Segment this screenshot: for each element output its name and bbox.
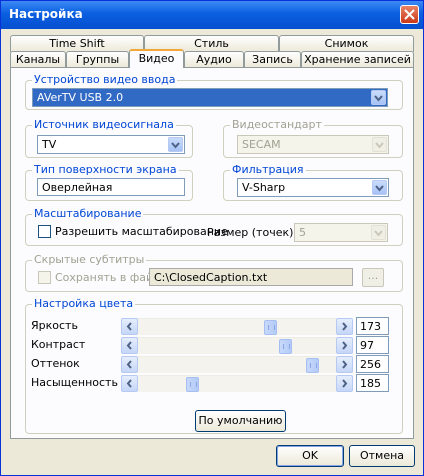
window-title: Настройка — [9, 7, 83, 21]
video-device-select[interactable]: AVerTV USB 2.0 — [32, 88, 388, 107]
surface-type-field: Оверлейная — [37, 178, 185, 196]
contrast-slider[interactable] — [121, 337, 353, 354]
close-button[interactable] — [400, 5, 419, 24]
video-source-select[interactable]: TV — [37, 135, 185, 154]
slider-track[interactable] — [138, 375, 336, 392]
captions-label: Скрытые субтитры — [32, 253, 147, 266]
surface-type-label: Тип поверхности экрана — [32, 163, 179, 176]
scroll-right-button[interactable] — [336, 318, 353, 335]
ok-button[interactable]: OK — [276, 445, 344, 467]
slider-thumb[interactable] — [186, 377, 199, 392]
saturation-label: Насыщенность — [31, 376, 118, 389]
enable-scaling-label: Разрешить масштабирование — [55, 225, 228, 238]
video-standard-value: SECAM — [242, 138, 281, 151]
tab-video[interactable]: Видео — [129, 49, 184, 68]
scroll-left-button[interactable] — [121, 375, 138, 392]
tab-storage[interactable]: Хранение записей — [301, 51, 414, 68]
slider-thumb[interactable] — [279, 339, 292, 354]
filtering-label: Фильтрация — [230, 163, 306, 176]
video-source-label: Источник видеосигнала — [32, 118, 176, 131]
save-captions-label: Сохранять в файл — [55, 271, 161, 284]
tab-time-shift[interactable]: Time Shift — [10, 35, 144, 52]
video-device-label: Устройство видео ввода — [32, 73, 178, 86]
captions-file-field[interactable]: C:\ClosedCaption.txt — [149, 268, 353, 286]
enable-scaling-checkbox[interactable] — [38, 225, 51, 238]
dropdown-arrow-icon — [372, 180, 387, 195]
brightness-value-field[interactable]: 173 — [356, 317, 389, 335]
title-bar: Настройка — [1, 1, 423, 29]
video-standard-label: Видеостандарт — [230, 118, 324, 131]
cancel-button[interactable]: Отмена — [349, 445, 415, 467]
tab-groups[interactable]: Группы — [66, 51, 129, 68]
saturation-slider[interactable] — [121, 375, 353, 392]
filtering-value: V-Sharp — [242, 181, 286, 194]
slider-thumb[interactable] — [306, 358, 319, 373]
slider-track[interactable] — [138, 318, 336, 335]
video-tab-panel: Устройство видео ввода AVerTV USB 2.0 Ис… — [10, 67, 414, 439]
filtering-select[interactable]: V-Sharp — [237, 178, 389, 197]
tab-recording[interactable]: Запись — [244, 51, 301, 68]
browse-button[interactable]: ... — [362, 268, 384, 287]
scroll-right-button[interactable] — [336, 375, 353, 392]
scroll-left-button[interactable] — [121, 337, 138, 354]
save-captions-checkbox[interactable] — [38, 271, 51, 284]
slider-thumb[interactable] — [264, 320, 277, 335]
color-label: Настройка цвета — [32, 297, 136, 310]
brightness-value: 173 — [360, 320, 381, 333]
scroll-left-button[interactable] — [121, 318, 138, 335]
hue-value-field[interactable]: 256 — [356, 355, 389, 373]
hue-label: Оттенок — [31, 357, 80, 370]
scaling-size-label: Размер (точек) — [207, 226, 294, 239]
slider-track[interactable] — [138, 356, 336, 373]
video-device-value: AVerTV USB 2.0 — [37, 91, 124, 104]
brightness-slider[interactable] — [121, 318, 353, 335]
hue-value: 256 — [360, 358, 381, 371]
scaling-size-value: 5 — [299, 226, 306, 239]
scaling-size-select[interactable]: 5 — [294, 223, 388, 242]
captions-file-value: C:\ClosedCaption.txt — [154, 271, 268, 284]
tab-snapshot[interactable]: Снимок — [279, 35, 414, 52]
scroll-right-button[interactable] — [336, 356, 353, 373]
dropdown-arrow-icon — [168, 137, 183, 152]
dropdown-arrow-icon — [371, 225, 386, 240]
contrast-value-field[interactable]: 97 — [356, 336, 389, 354]
surface-type-value: Оверлейная — [42, 181, 113, 194]
brightness-label: Яркость — [31, 319, 78, 332]
settings-window: Настройка Time Shift Стиль Снимок Каналы… — [0, 0, 424, 476]
slider-track[interactable] — [138, 337, 336, 354]
contrast-value: 97 — [360, 339, 374, 352]
tab-channels[interactable]: Каналы — [10, 51, 66, 68]
tab-audio[interactable]: Аудио — [184, 51, 244, 68]
dropdown-arrow-icon — [371, 90, 386, 105]
saturation-value: 185 — [360, 377, 381, 390]
scaling-label: Масштабирование — [32, 207, 144, 220]
dropdown-arrow-icon — [372, 137, 387, 152]
saturation-value-field[interactable]: 185 — [356, 374, 389, 392]
video-standard-select[interactable]: SECAM — [237, 135, 389, 154]
default-button[interactable]: По умолчанию — [195, 410, 286, 432]
hue-slider[interactable] — [121, 356, 353, 373]
close-icon — [404, 9, 415, 20]
video-source-value: TV — [42, 138, 57, 151]
scroll-left-button[interactable] — [121, 356, 138, 373]
scroll-right-button[interactable] — [336, 337, 353, 354]
contrast-label: Контраст — [31, 338, 86, 351]
